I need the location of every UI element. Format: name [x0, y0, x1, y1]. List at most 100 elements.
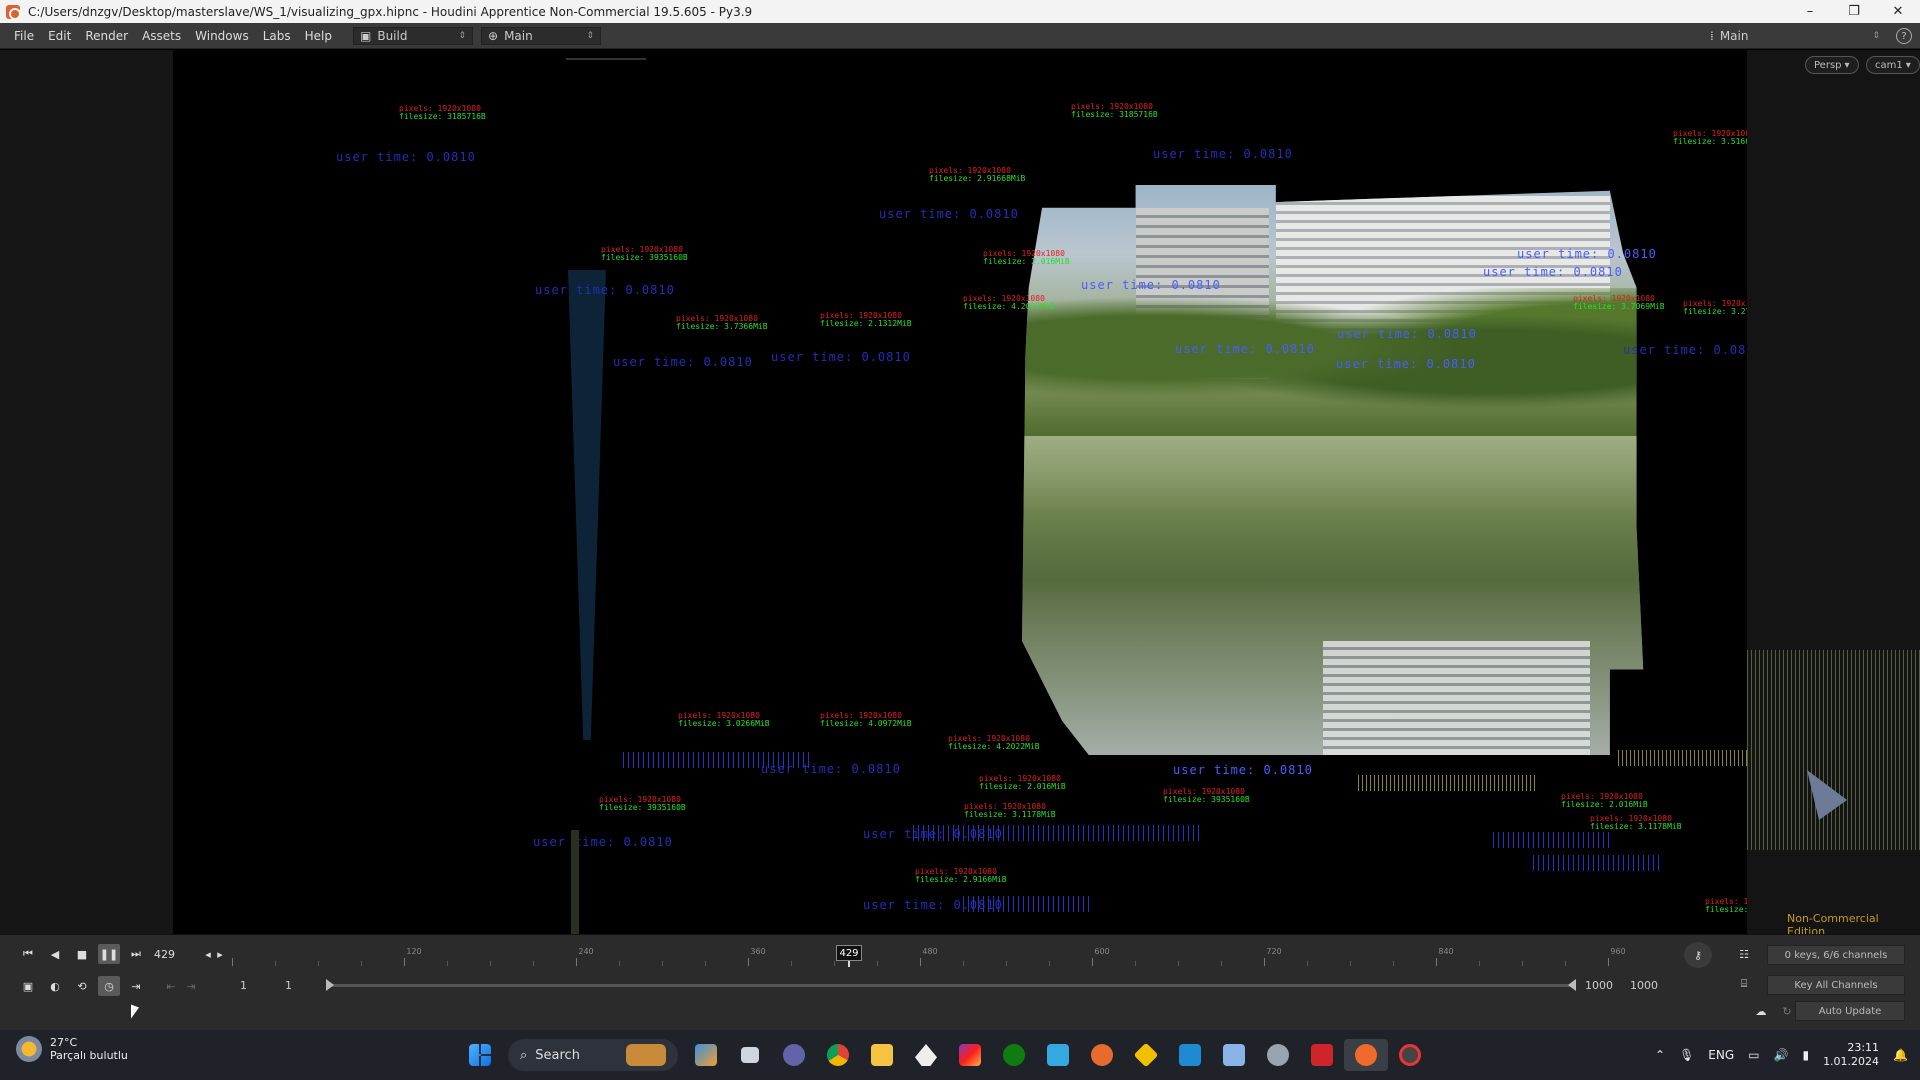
instagram-icon[interactable]	[948, 1039, 992, 1071]
close-button[interactable]: ✕	[1876, 0, 1920, 23]
minimize-button[interactable]: –	[1788, 0, 1832, 23]
right-desktop-select[interactable]: ⁞ Main ⇕	[1710, 27, 1880, 45]
user-time-label: user time: 0.0810	[1337, 327, 1477, 341]
stop-button[interactable]: ■	[71, 944, 93, 964]
loop-icon[interactable]: ⟲	[71, 976, 93, 996]
task-view-icon[interactable]	[728, 1039, 772, 1071]
play-reverse-button[interactable]: ◀	[44, 944, 66, 964]
menu-bar: File Edit Render Assets Windows Labs Hel…	[0, 23, 1920, 49]
channel-list-icon[interactable]: ☷	[1733, 944, 1755, 964]
step-back-button[interactable]: ◂	[202, 944, 214, 964]
debug-label: pixels: 1920x1080 filesize: 2.1312MiB	[820, 311, 912, 329]
step-forward-button[interactable]: ▸	[214, 944, 226, 964]
menu-edit[interactable]: Edit	[41, 29, 78, 43]
desktop-label: Build	[377, 28, 408, 43]
help-icon[interactable]: ?	[1896, 28, 1912, 44]
notepad-icon[interactable]	[1036, 1039, 1080, 1071]
ruler-label: 240	[578, 947, 594, 956]
right-viewport-edge	[1747, 50, 1920, 934]
user-time-label: user time: 0.0810	[1153, 147, 1293, 161]
taskbar: 27°C Parçalı bulutlu ⌕ Search ⌃ 🎙 ENG ▭	[0, 1030, 1920, 1080]
range-start-handle[interactable]	[326, 979, 334, 991]
scene-viewport[interactable]: pixels: 1920x1080 filesize: 3185716B pixe…	[173, 50, 1747, 934]
realtime-icon[interactable]: ◐	[44, 976, 66, 996]
xbox-icon[interactable]	[992, 1039, 1036, 1071]
cloud-icon[interactable]: ☁	[1750, 1001, 1772, 1021]
pause-button[interactable]: ❚❚	[98, 944, 120, 964]
battery-icon[interactable]: ▮	[1802, 1048, 1809, 1062]
jump-end-button[interactable]: ⏭	[125, 944, 147, 964]
file-explorer-icon[interactable]	[860, 1039, 904, 1071]
motion-bars	[1618, 750, 1747, 766]
notification-bell-icon[interactable]: 🔔	[1893, 1048, 1908, 1062]
desktop-icon: ▣	[360, 28, 372, 43]
audio-icon[interactable]: ▣	[17, 976, 39, 996]
playhead-marker[interactable]: 429	[836, 945, 862, 961]
menu-assets[interactable]: Assets	[135, 29, 188, 43]
camera-menu-button[interactable]: cam1 ▾	[1866, 56, 1920, 74]
clock-icon[interactable]: ◷	[98, 976, 120, 996]
network-icon[interactable]: ▭	[1748, 1048, 1759, 1062]
desktop-select[interactable]: ▣ Build ⇕	[353, 26, 473, 45]
mail-icon[interactable]	[1212, 1039, 1256, 1071]
weather-widget[interactable]: 27°C Parçalı bulutlu	[16, 1036, 128, 1063]
menu-render[interactable]: Render	[78, 29, 135, 43]
key-icon[interactable]: ⌸	[1733, 974, 1755, 994]
chevron-down-icon: ⇕	[586, 30, 594, 41]
inkscape-icon[interactable]	[904, 1039, 948, 1071]
pdf-icon[interactable]	[1300, 1039, 1344, 1071]
debug-label: pixels: 1920x1080 filesize: 3185716B	[1071, 102, 1158, 120]
clock-date: 1.01.2024	[1823, 1055, 1880, 1068]
persp-menu-button[interactable]: Persp ▾	[1805, 56, 1859, 74]
playback-start-frame[interactable]: 1	[285, 979, 292, 992]
maximize-button[interactable]: ❐	[1832, 0, 1876, 23]
network-select[interactable]: ⊕ Main ⇕	[481, 26, 601, 45]
taskbar-search[interactable]: ⌕ Search	[508, 1039, 678, 1071]
vscode-icon[interactable]	[1168, 1039, 1212, 1071]
chevron-up-icon[interactable]: ⌃	[1655, 1048, 1665, 1062]
settings-icon[interactable]	[1256, 1039, 1300, 1071]
timeline-ruler[interactable]: 120 240 360 480 600 720 840 960	[232, 941, 1664, 967]
microphone-icon[interactable]: 🎙	[1679, 1048, 1694, 1062]
chrome-icon[interactable]	[816, 1039, 860, 1071]
frame-range-slider[interactable]	[326, 979, 1576, 991]
auto-update-menu[interactable]: Auto Update	[1795, 1001, 1905, 1021]
teams-icon[interactable]	[772, 1039, 816, 1071]
user-time-label: user time: 0.0810	[1173, 763, 1313, 777]
key-all-channels-menu[interactable]: Key All Channels	[1767, 975, 1905, 995]
playhead-line	[848, 961, 850, 967]
debug-label: pixels: 1920x1080 filesize: 2.016MiB	[979, 774, 1066, 792]
volume-icon[interactable]: 🔊	[1774, 1048, 1789, 1062]
menu-labs[interactable]: Labs	[256, 29, 298, 43]
playback-end-frame[interactable]: 1000	[1585, 979, 1613, 992]
range-end-handle[interactable]	[1568, 979, 1576, 991]
houdini-active-icon[interactable]	[1344, 1039, 1388, 1071]
global-start-frame[interactable]: 1	[240, 979, 247, 992]
scene-stem	[571, 830, 579, 934]
range-end-icon[interactable]: ⇥	[180, 976, 202, 996]
houdini-taskbar-icon[interactable]	[1080, 1039, 1124, 1071]
recorder-icon[interactable]	[1388, 1039, 1432, 1071]
search-highlight-icon	[626, 1044, 666, 1066]
range-start-icon[interactable]: ⇤	[160, 976, 182, 996]
menu-help[interactable]: Help	[298, 29, 339, 43]
git-icon[interactable]	[1124, 1039, 1168, 1071]
widgets-icon[interactable]	[684, 1039, 728, 1071]
window-title: C:/Users/dnzgv/Desktop/masterslave/WS_1/…	[28, 4, 753, 19]
network-label: Main	[504, 28, 533, 43]
start-button[interactable]	[458, 1039, 502, 1071]
user-time-label: user time: 0.0810	[1081, 278, 1221, 292]
grid-wireframe	[1747, 650, 1920, 850]
jump-start-button[interactable]: ⏮	[17, 944, 39, 964]
key-tools-icon[interactable]: ⚷	[1684, 942, 1712, 968]
global-end-frame[interactable]: 1000	[1630, 979, 1658, 992]
current-frame-field[interactable]: 429	[154, 945, 200, 963]
step-icon[interactable]: ⇥	[125, 976, 147, 996]
motion-bars	[913, 825, 1203, 841]
menu-file[interactable]: File	[0, 29, 41, 43]
language-indicator[interactable]: ENG	[1708, 1048, 1734, 1062]
keys-channels-menu[interactable]: 0 keys, 6/6 channels	[1767, 945, 1905, 965]
chevron-down-icon: ⇕	[458, 30, 466, 41]
clock[interactable]: 23:11 1.01.2024	[1823, 1041, 1879, 1070]
menu-windows[interactable]: Windows	[188, 29, 256, 43]
